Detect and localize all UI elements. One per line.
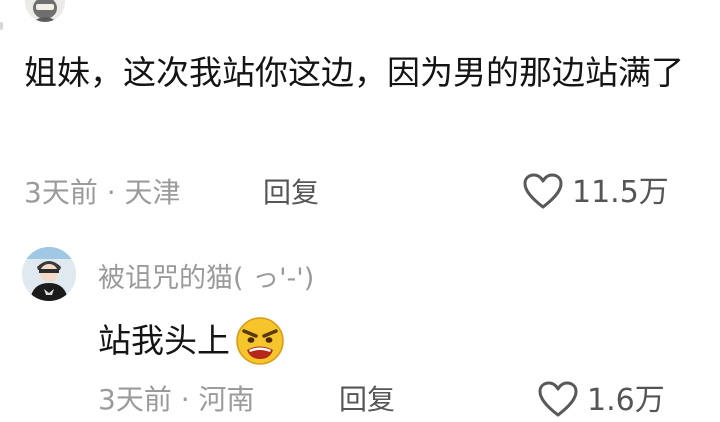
- reply-text-row: 站我头上: [98, 315, 286, 367]
- comment-meta: 3天前 · 天津: [24, 176, 181, 209]
- reply-like-button[interactable]: 1.6万: [537, 380, 665, 422]
- scroll-indicator: [0, 22, 3, 30]
- angry-face-emoji-icon: [234, 315, 286, 367]
- ninja-avatar-icon: [25, 0, 65, 22]
- reply-reply-button[interactable]: 回复: [339, 383, 395, 417]
- heart-icon: [537, 380, 579, 422]
- user-avatar-icon: [22, 247, 76, 301]
- reply-like-count: 1.6万: [587, 383, 665, 418]
- reply-commenter-avatar[interactable]: [22, 247, 76, 301]
- reply-comment-meta: 3天前 · 河南: [98, 383, 255, 416]
- heart-icon: [522, 172, 564, 214]
- comment-text: 姐妹，这次我站你这边，因为男的那边站满了: [24, 53, 684, 92]
- like-button[interactable]: 11.5万: [522, 172, 669, 214]
- like-count: 11.5万: [572, 175, 669, 210]
- reply-text: 站我头上: [98, 321, 230, 360]
- reply-button[interactable]: 回复: [263, 176, 319, 210]
- top-commenter-avatar[interactable]: [25, 0, 65, 22]
- reply-username[interactable]: 被诅咒的猫( っ'-'): [98, 262, 314, 296]
